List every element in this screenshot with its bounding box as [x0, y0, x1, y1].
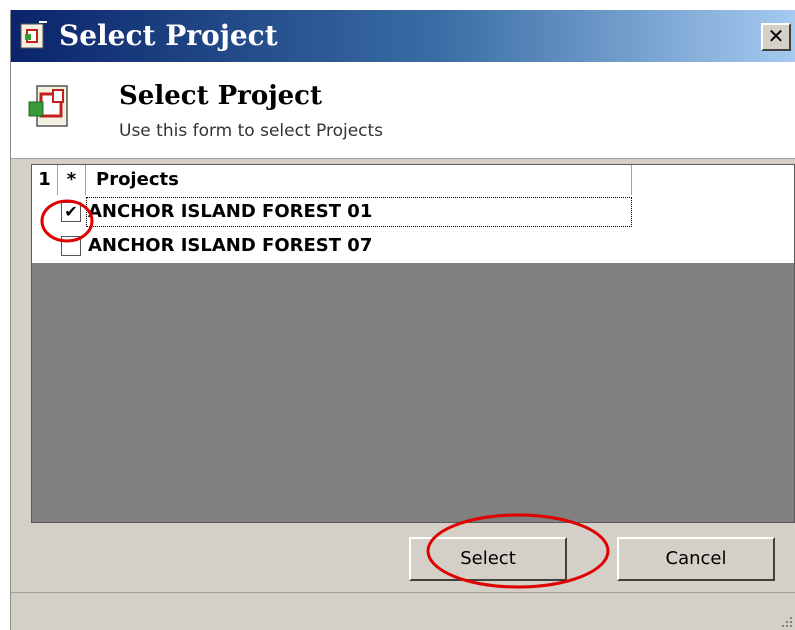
project-name[interactable]: ANCHOR ISLAND FOREST 01 — [88, 195, 372, 229]
window-title: Select Project — [59, 19, 278, 52]
resize-grip-icon[interactable] — [778, 613, 794, 629]
select-button[interactable]: Select — [409, 537, 567, 581]
project-name[interactable]: ANCHOR ISLAND FOREST 07 — [88, 229, 372, 263]
column-header-select[interactable]: * — [58, 165, 86, 195]
form-subtitle: Use this form to select Projects — [119, 121, 384, 141]
close-button[interactable]: ✕ — [761, 23, 791, 51]
form-title: Select Project — [119, 81, 323, 111]
status-bar — [11, 592, 795, 630]
select-project-dialog: Select Project ✕ Select Project Use this… — [10, 10, 795, 630]
project-form-large-icon — [28, 85, 68, 127]
cancel-button[interactable]: Cancel — [617, 537, 775, 581]
close-icon: ✕ — [767, 24, 785, 48]
project-form-icon — [20, 21, 47, 49]
column-header-filler — [632, 165, 794, 195]
table-row[interactable]: ✔ ANCHOR ISLAND FOREST 01 — [32, 195, 794, 229]
form-header: Select Project Use this form to select P… — [11, 62, 795, 159]
title-bar[interactable]: Select Project ✕ — [11, 10, 795, 62]
row-checkbox-checked[interactable]: ✔ — [61, 202, 81, 222]
table-row[interactable]: ANCHOR ISLAND FOREST 07 — [32, 229, 794, 263]
row-checkbox-unchecked[interactable] — [61, 236, 81, 256]
column-header-projects[interactable]: Projects — [86, 165, 632, 195]
projects-grid[interactable]: 1 * Projects ✔ ANCHOR ISLAND FOREST 01 A… — [31, 164, 795, 523]
grid-header: 1 * Projects — [32, 165, 794, 196]
column-header-row-number[interactable]: 1 — [32, 165, 58, 195]
